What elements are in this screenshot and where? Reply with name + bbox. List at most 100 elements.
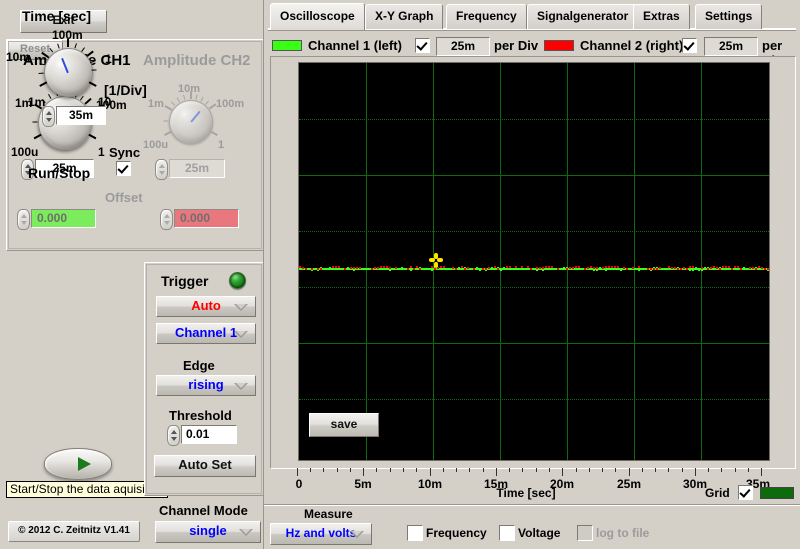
- trace-sample: [695, 267, 697, 269]
- oscilloscope-window: Exit Amplitude CH1 Amplitude CH2 [1/Div]…: [0, 0, 800, 549]
- trace-sample: [551, 266, 553, 268]
- main-panel: Oscilloscope X-Y Graph Frequency Signalg…: [264, 0, 800, 549]
- trace-sample: [476, 267, 478, 269]
- amplitude-ch2-value[interactable]: 25m: [169, 159, 225, 178]
- trace-sample: [491, 267, 493, 269]
- tab-xy-graph[interactable]: X-Y Graph: [365, 4, 444, 29]
- run-stop-button[interactable]: [44, 448, 112, 480]
- tab-settings[interactable]: Settings: [695, 4, 763, 29]
- tab-oscilloscope[interactable]: Oscilloscope: [270, 3, 365, 30]
- offset-ch2-value[interactable]: 0.000: [174, 209, 239, 228]
- offset-ch2-spinner[interactable]: [160, 209, 173, 230]
- offset-ch1-spinner[interactable]: [17, 209, 30, 230]
- frequency-checkbox[interactable]: [407, 525, 423, 541]
- trace-sample: [638, 269, 640, 271]
- sync-checkbox[interactable]: [116, 161, 131, 176]
- threshold-value[interactable]: 0.01: [181, 425, 237, 444]
- trace-sample: [689, 269, 691, 271]
- trace-sample: [467, 267, 469, 269]
- tab-frequency[interactable]: Frequency: [446, 4, 527, 29]
- tab-signalgenerator[interactable]: Signalgenerator: [527, 4, 639, 29]
- chevron-down-icon: [234, 331, 248, 338]
- grid-checkbox[interactable]: [738, 485, 753, 500]
- scope-plot[interactable]: save: [298, 62, 770, 461]
- trace-sample: [680, 268, 682, 270]
- grid-color-swatch[interactable]: [760, 487, 794, 499]
- trace-sample: [494, 266, 496, 268]
- knob-tick: [67, 39, 69, 47]
- trace-sample: [599, 267, 601, 269]
- log-to-file-checkbox[interactable]: [577, 525, 593, 541]
- channel1-color-swatch: [272, 40, 302, 51]
- trace-sample: [458, 267, 460, 269]
- knob-tick: [195, 94, 198, 100]
- channel2-enable-checkbox[interactable]: [682, 38, 697, 53]
- knob-tick: [91, 69, 97, 71]
- sync-label: Sync: [109, 145, 141, 160]
- trace-sample: [569, 267, 571, 269]
- trace-sample: [572, 267, 574, 269]
- knob-tick: [209, 130, 218, 136]
- trace-sample: [497, 268, 499, 270]
- trace-sample: [488, 267, 490, 269]
- trace-sample: [713, 266, 715, 268]
- trace-sample: [329, 267, 331, 269]
- trace-sample: [416, 268, 418, 270]
- trace-sample: [356, 267, 358, 269]
- trace-sample: [410, 269, 412, 271]
- channel-mode-dropdown[interactable]: single: [155, 521, 261, 543]
- grid-label: Grid: [705, 486, 730, 500]
- offset-ch1-value[interactable]: 0.000: [31, 209, 96, 228]
- trace-sample: [608, 266, 610, 268]
- channel2-label: Channel 2 (right): [580, 38, 684, 53]
- trace-sample: [380, 268, 382, 270]
- trace-sample: [743, 267, 745, 269]
- channel2-div-value[interactable]: 25m: [704, 37, 758, 56]
- time-spinner[interactable]: [42, 106, 55, 127]
- amplitude-ch2-knob[interactable]: [169, 100, 213, 144]
- time-value[interactable]: 35m: [56, 106, 106, 125]
- knob-tick: [176, 97, 180, 103]
- trace-sample: [752, 267, 754, 269]
- channel1-enable-checkbox[interactable]: [415, 38, 430, 53]
- bottom-divider-highlight: [264, 505, 800, 506]
- channel1-div-value[interactable]: 25m: [436, 37, 490, 56]
- trace-sample: [416, 266, 418, 268]
- trace-sample: [587, 267, 589, 269]
- trace-sample: [701, 267, 703, 269]
- knob-tick: [163, 120, 169, 122]
- trace-sample: [359, 267, 361, 269]
- trace-sample: [371, 268, 373, 270]
- trace-sample: [653, 268, 655, 270]
- voltage-checkbox[interactable]: [499, 525, 515, 541]
- trace-sample: [659, 267, 661, 269]
- trace-sample: [419, 268, 421, 270]
- amplitude-ch2-spinner[interactable]: [155, 159, 168, 180]
- trace-sample: [686, 268, 688, 270]
- trace-sample: [707, 268, 709, 270]
- measure-mode-dropdown[interactable]: Hz and volts: [270, 523, 372, 545]
- trace-sample: [755, 268, 757, 270]
- tab-extras[interactable]: Extras: [633, 4, 690, 29]
- threshold-spinner[interactable]: [167, 425, 180, 446]
- auto-set-button[interactable]: Auto Set: [154, 455, 256, 477]
- trigger-led: [229, 272, 246, 289]
- trigger-source-dropdown[interactable]: Channel 1: [156, 323, 256, 344]
- channel-mode-value: single: [189, 523, 227, 538]
- trace-sample: [452, 267, 454, 269]
- trace-sample: [722, 266, 724, 268]
- trigger-mode-dropdown[interactable]: Auto: [156, 296, 256, 317]
- trace-sample: [716, 267, 718, 269]
- trace-sample: [704, 267, 706, 269]
- chevron-down-icon: [239, 529, 253, 536]
- trace-sample: [761, 267, 763, 269]
- save-button[interactable]: save: [309, 413, 379, 437]
- trigger-edge-value: rising: [188, 377, 224, 392]
- knob-tick: [164, 130, 173, 136]
- trace-sample: [671, 267, 673, 269]
- trace-sample: [542, 267, 544, 269]
- trace-sample: [668, 266, 670, 268]
- trace-sample: [320, 268, 322, 270]
- trigger-edge-dropdown[interactable]: rising: [156, 375, 256, 396]
- knob-tick: [48, 94, 52, 99]
